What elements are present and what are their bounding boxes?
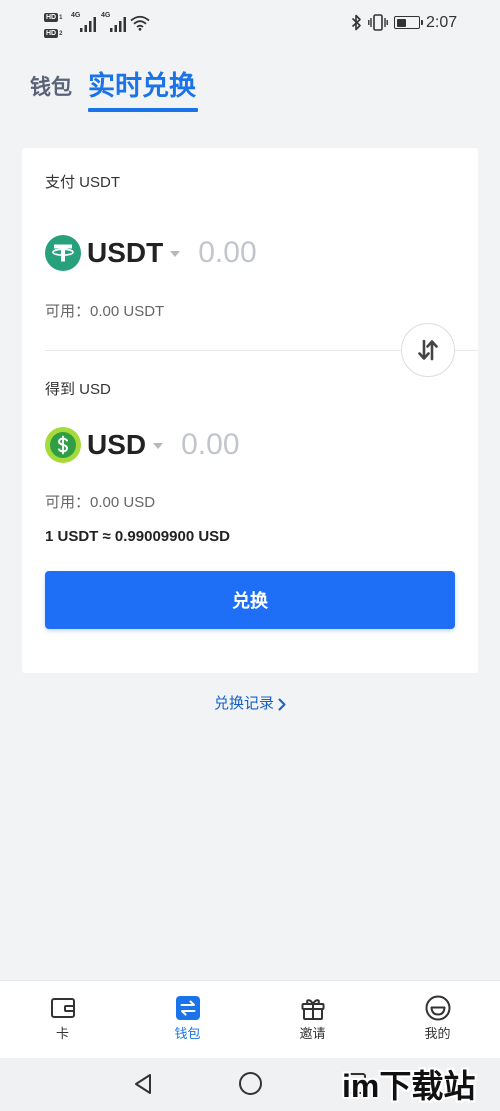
- receive-available-balance: 可用：0.00 USD: [45, 494, 156, 511]
- pay-available-balance: 可用：0.00 USDT: [45, 303, 165, 320]
- pay-amount-row: USDT: [45, 235, 349, 271]
- tab-wallet[interactable]: 钱包: [30, 72, 72, 104]
- swap-arrows-icon: [418, 339, 438, 361]
- nav-item-invite[interactable]: 邀请: [250, 981, 375, 1058]
- active-tab-indicator: [88, 108, 198, 112]
- signal-icon: [80, 17, 96, 32]
- nav-label: 卡: [55, 1026, 69, 1041]
- gift-icon: [301, 999, 324, 1020]
- chevron-down-icon[interactable]: [153, 443, 164, 449]
- receive-amount-input[interactable]: [181, 427, 332, 463]
- usd-coin-icon: [45, 427, 81, 463]
- status-time: 2:07: [426, 14, 458, 31]
- vibrate-icon: [368, 14, 388, 31]
- wifi-icon: [130, 15, 150, 31]
- back-triangle-icon[interactable]: [132, 1072, 154, 1096]
- exchange-rate: 1 USDT ≈ 0.99009900 USD: [45, 528, 230, 545]
- sim-slot: 1: [59, 15, 63, 21]
- network-1: 4G: [71, 12, 99, 34]
- card-icon: [50, 998, 75, 1018]
- chevron-down-icon[interactable]: [170, 251, 181, 257]
- nav-item-wallet[interactable]: 钱包: [125, 981, 250, 1058]
- chevron-right-icon[interactable]: [278, 698, 286, 711]
- exchange-card: 支付 USDT USDT 可用：0.00 USDT 得到 USD USD 可用: [22, 148, 478, 673]
- receive-currency[interactable]: USD: [87, 427, 146, 463]
- home-circle-icon[interactable]: [238, 1071, 263, 1096]
- signal-icon: [110, 17, 126, 32]
- exchange-button[interactable]: 兑换: [45, 571, 455, 629]
- pay-amount-input[interactable]: [198, 235, 349, 271]
- watermark: im下载站: [342, 1068, 476, 1104]
- tab-realtime-exchange[interactable]: 实时兑换: [88, 70, 196, 102]
- receive-amount-row: USD: [45, 427, 332, 463]
- bottom-nav: 卡 钱包 邀请 我的: [0, 980, 500, 1058]
- network-2: 4G: [101, 12, 129, 34]
- exchange-history-link[interactable]: 兑换记录: [0, 694, 500, 714]
- wallet-exchange-icon: [175, 996, 200, 1020]
- nav-label: 钱包: [174, 1026, 201, 1041]
- status-bar: HD 1 HD 2 4G 4G 2:07: [0, 0, 500, 46]
- nav-item-me[interactable]: 我的: [375, 981, 500, 1058]
- receive-label: 得到 USD: [45, 381, 111, 398]
- exchange-history-label[interactable]: 兑换记录: [214, 694, 274, 714]
- smiley-icon: [425, 995, 450, 1021]
- hd-label: HD: [44, 29, 59, 38]
- tether-icon: [45, 235, 81, 271]
- sim-badge-2: HD 2: [44, 27, 62, 38]
- hd-label: HD: [44, 13, 59, 22]
- pay-label: 支付 USDT: [45, 174, 121, 191]
- bluetooth-icon: [351, 14, 361, 31]
- nav-label: 我的: [424, 1026, 451, 1041]
- sim-badge-1: HD 1: [44, 11, 62, 22]
- pay-currency[interactable]: USDT: [87, 235, 163, 271]
- battery-icon: [394, 16, 423, 29]
- swap-button[interactable]: [401, 323, 455, 377]
- battery-level: [396, 18, 406, 27]
- sim-slot: 2: [59, 31, 63, 37]
- nav-item-card[interactable]: 卡: [0, 981, 125, 1058]
- nav-label: 邀请: [299, 1026, 326, 1041]
